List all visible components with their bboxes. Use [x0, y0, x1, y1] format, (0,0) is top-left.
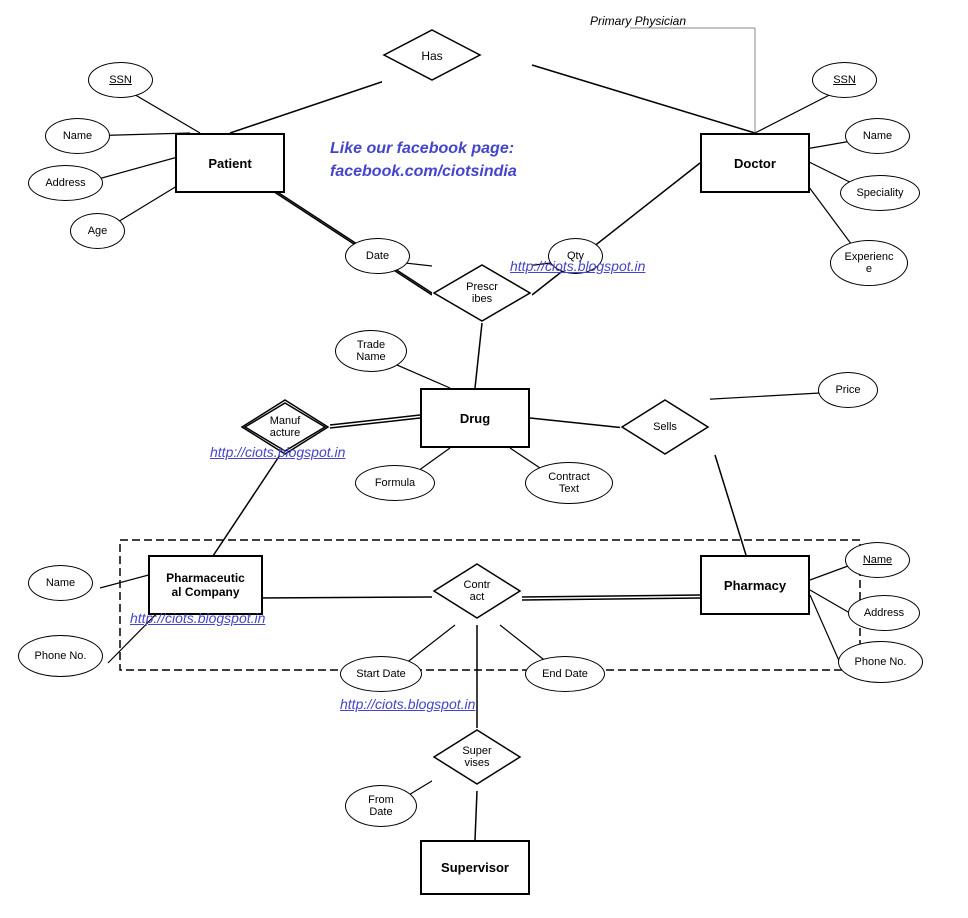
attr-prescribes-date: Date [345, 238, 410, 274]
entity-patient: Patient [175, 133, 285, 193]
watermark-blog4: http://ciots.blogspot.in [340, 696, 475, 712]
entity-supervisor: Supervisor [420, 840, 530, 895]
entity-pharmacy: Pharmacy [700, 555, 810, 615]
attr-patient-name: Name [45, 118, 110, 154]
attr-doctor-name: Name [845, 118, 910, 154]
attr-contract-startdate: Start Date [340, 656, 422, 692]
attr-doctor-speciality: Speciality [840, 175, 920, 211]
watermark-facebook2: facebook.com/ciotsindia [330, 163, 517, 181]
entity-pharma-company: Pharmaceutical Company [148, 555, 263, 615]
relationship-contract: Contract [432, 562, 522, 620]
relationship-manufactures: Manufacture [240, 398, 330, 456]
attr-patient-address: Address [28, 165, 103, 201]
attr-pharmacy-address: Address [848, 595, 920, 631]
attr-pharma-name: Name [28, 565, 93, 601]
label-primary-physician: Primary Physician [590, 14, 686, 28]
attr-doctor-experience: Experience [830, 240, 908, 286]
relationship-supervises: Supervises [432, 728, 522, 786]
attr-drug-contracttext: ContractText [525, 462, 613, 504]
entity-doctor: Doctor [700, 133, 810, 193]
attr-pharmacy-phone: Phone No. [838, 641, 923, 683]
attr-patient-ssn: SSN [88, 62, 153, 98]
entity-drug: Drug [420, 388, 530, 448]
relationship-prescribes: Prescribes [432, 263, 532, 323]
attr-prescribes-qty: Qty [548, 238, 603, 274]
attr-sells-price: Price [818, 372, 878, 408]
relationship-sells: Sells [620, 398, 710, 456]
attr-doctor-ssn: SSN [812, 62, 877, 98]
watermark-facebook1: Like our facebook page: [330, 140, 514, 158]
er-diagram-canvas: Patient Doctor Drug Pharmaceutical Compa… [0, 0, 968, 918]
relationship-has: Has [382, 28, 482, 83]
attr-patient-age: Age [70, 213, 125, 249]
attr-contract-enddate: End Date [525, 656, 605, 692]
attr-drug-tradename: TradeName [335, 330, 407, 372]
attr-pharmacy-name: Name [845, 542, 910, 578]
attr-drug-formula: Formula [355, 465, 435, 501]
attr-supervises-fromdate: FromDate [345, 785, 417, 827]
attr-pharma-phone: Phone No. [18, 635, 103, 677]
